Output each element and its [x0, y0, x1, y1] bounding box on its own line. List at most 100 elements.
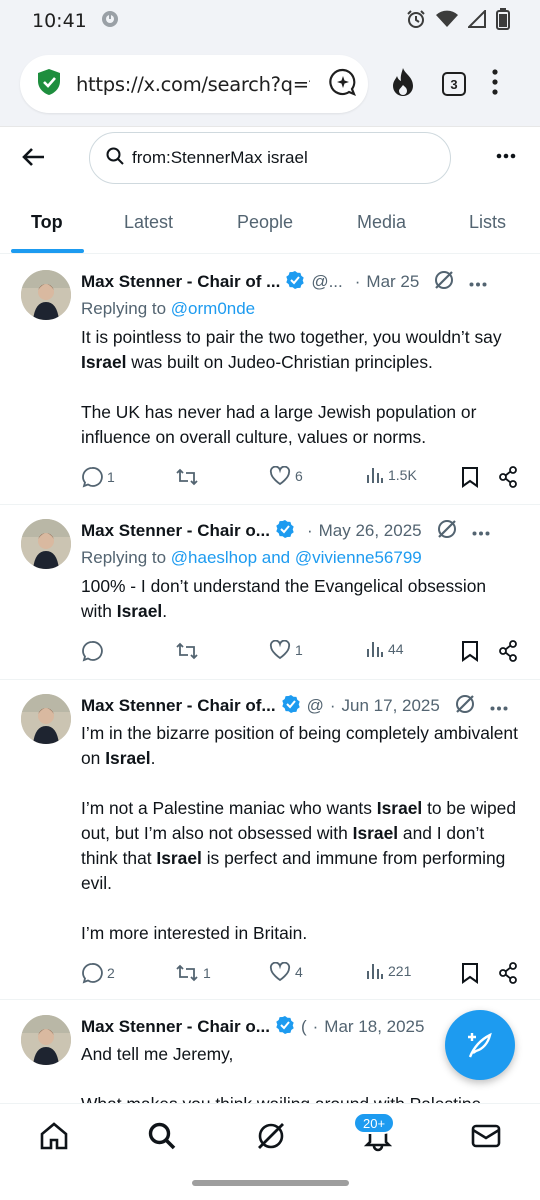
- bookmark-button[interactable]: [461, 640, 479, 662]
- home-icon[interactable]: [38, 1120, 70, 1157]
- grok-icon[interactable]: [436, 518, 458, 545]
- post-more-icon[interactable]: [469, 272, 487, 292]
- reply-context: Replying to @orm0nde: [81, 299, 255, 319]
- post-more-icon[interactable]: [472, 521, 490, 541]
- repost-button[interactable]: 1: [175, 962, 211, 984]
- tab-people[interactable]: People: [237, 212, 293, 233]
- tab-latest[interactable]: Latest: [124, 212, 173, 233]
- text-run: And tell me Jeremy,: [81, 1044, 234, 1064]
- share-icon: [499, 640, 517, 662]
- heart-icon: [269, 640, 291, 660]
- grok-icon[interactable]: [454, 693, 476, 720]
- address-bar[interactable]: https://x.com/search?q=f: [20, 55, 368, 113]
- views-button[interactable]: 221: [366, 962, 411, 980]
- share-button[interactable]: [498, 962, 518, 984]
- highlight-term: Israel: [376, 798, 423, 818]
- views-icon: [367, 468, 383, 483]
- reply-button[interactable]: 1: [81, 466, 115, 488]
- search-icon: [106, 147, 124, 170]
- post-paragraph: It is pointless to pair the two together…: [81, 325, 521, 375]
- views-button[interactable]: 44: [366, 640, 404, 658]
- reply-to-link[interactable]: @orm0nde: [171, 299, 255, 318]
- post-header: Max Stenner - Chair o... · May 26, 2025: [81, 519, 520, 543]
- share-button[interactable]: [498, 640, 518, 662]
- bookmark-icon: [462, 963, 478, 984]
- grok-nav-icon[interactable]: [255, 1120, 287, 1157]
- avatar[interactable]: [21, 270, 71, 320]
- author-name[interactable]: Max Stenner - Chair of ...: [81, 272, 280, 292]
- repost-button[interactable]: [175, 466, 203, 488]
- highlight-term: Israel: [156, 848, 202, 868]
- text-run: I’m not a Palestine maniac who wants: [81, 798, 377, 818]
- status-bar: 10:41: [0, 0, 540, 42]
- post-date[interactable]: Mar 18, 2025: [324, 1017, 424, 1037]
- gesture-bar: [0, 1169, 540, 1200]
- security-shield-icon[interactable]: [34, 67, 64, 102]
- tab-top[interactable]: Top: [31, 212, 63, 233]
- avatar[interactable]: [21, 694, 71, 744]
- text-run: What makes you think wailing around with…: [81, 1094, 481, 1103]
- post[interactable]: Max Stenner - Chair of... @ · Jun 17, 20…: [0, 680, 540, 1000]
- views-button[interactable]: 1.5K: [366, 466, 417, 484]
- heart-icon: [269, 962, 291, 982]
- post[interactable]: Max Stenner - Chair of ... @... · Mar 25…: [0, 255, 540, 505]
- home-indicator[interactable]: [192, 1180, 349, 1186]
- avatar[interactable]: [21, 1015, 71, 1065]
- text-run: was built on Judeo-Christian principles.: [126, 352, 433, 372]
- avatar[interactable]: [21, 519, 71, 569]
- views-count: 1.5K: [388, 467, 417, 483]
- verified-badge-icon: [275, 519, 295, 544]
- overflow-menu-icon[interactable]: [492, 68, 498, 100]
- bookmark-icon: [462, 467, 478, 488]
- post-date[interactable]: Jun 17, 2025: [342, 696, 440, 716]
- post-paragraph: I’m not a Palestine maniac who wants Isr…: [81, 796, 521, 896]
- tab-switcher-button[interactable]: 3: [442, 72, 466, 96]
- search-query[interactable]: from:StennerMax israel: [132, 148, 308, 168]
- post[interactable]: Max Stenner - Chair o... · May 26, 2025 …: [0, 505, 540, 680]
- post-date[interactable]: Mar 25: [366, 272, 419, 292]
- compose-post-button[interactable]: [445, 1010, 515, 1080]
- alarm-icon: [406, 9, 426, 34]
- search-input[interactable]: from:StennerMax israel: [89, 132, 451, 184]
- flame-icon[interactable]: [390, 67, 416, 102]
- reply-button[interactable]: 2: [81, 962, 115, 984]
- author-handle: @...: [311, 272, 343, 291]
- repost-button[interactable]: [175, 640, 203, 662]
- tab-media[interactable]: Media: [357, 212, 406, 233]
- tab-lists[interactable]: Lists: [469, 212, 506, 233]
- assistant-icon[interactable]: [328, 67, 358, 102]
- reply-icon: [82, 641, 103, 662]
- reply-button[interactable]: [81, 640, 107, 662]
- messages-mail-icon[interactable]: [470, 1120, 502, 1157]
- repost-count: 1: [203, 965, 211, 981]
- back-arrow-icon[interactable]: [20, 144, 46, 170]
- bookmark-button[interactable]: [461, 962, 479, 984]
- post-more-icon[interactable]: [490, 696, 508, 716]
- highlight-term: Israel: [352, 823, 399, 843]
- post-date[interactable]: May 26, 2025: [319, 521, 422, 541]
- author-name[interactable]: Max Stenner - Chair o...: [81, 1017, 270, 1037]
- url-text[interactable]: https://x.com/search?q=f: [76, 73, 310, 96]
- bookmark-button[interactable]: [461, 466, 479, 488]
- text-run: .: [150, 748, 156, 768]
- search-tabs: Top Latest People Media Lists: [0, 192, 540, 254]
- grok-icon[interactable]: [433, 269, 455, 296]
- post-paragraph: 100% - I don’t understand the Evangelica…: [81, 574, 521, 624]
- like-count: 1: [295, 642, 303, 658]
- bookmark-icon: [462, 641, 478, 662]
- reply-icon: [82, 963, 103, 984]
- author-name[interactable]: Max Stenner - Chair o...: [81, 521, 270, 541]
- like-button[interactable]: 6: [269, 466, 303, 486]
- reply-to-link[interactable]: @haeslhop and @vivienne56799: [171, 548, 422, 567]
- post-actions: 2 1 4 221: [81, 962, 521, 986]
- search-nav-icon[interactable]: [146, 1120, 178, 1157]
- search-options-icon[interactable]: [496, 146, 516, 164]
- verified-badge-icon: [275, 1015, 295, 1040]
- author-handle: @: [306, 696, 324, 715]
- like-button[interactable]: 1: [269, 640, 303, 660]
- compose-feather-icon: [468, 1032, 492, 1058]
- share-button[interactable]: [498, 466, 518, 488]
- author-name[interactable]: Max Stenner - Chair of...: [81, 696, 276, 716]
- like-button[interactable]: 4: [269, 962, 303, 982]
- text-run: .: [162, 601, 168, 621]
